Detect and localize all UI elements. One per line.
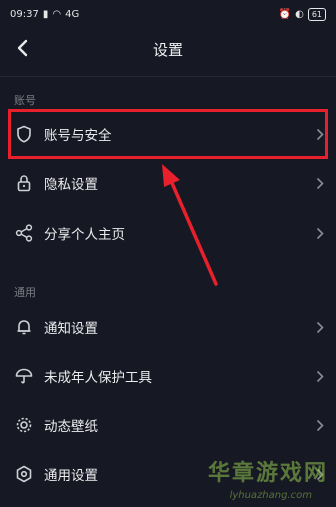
watermark-logo: 华章游戏网 <box>207 461 328 486</box>
watermark-url: lyhuazhang.com <box>229 490 312 501</box>
annotation-arrow-icon <box>162 164 218 286</box>
